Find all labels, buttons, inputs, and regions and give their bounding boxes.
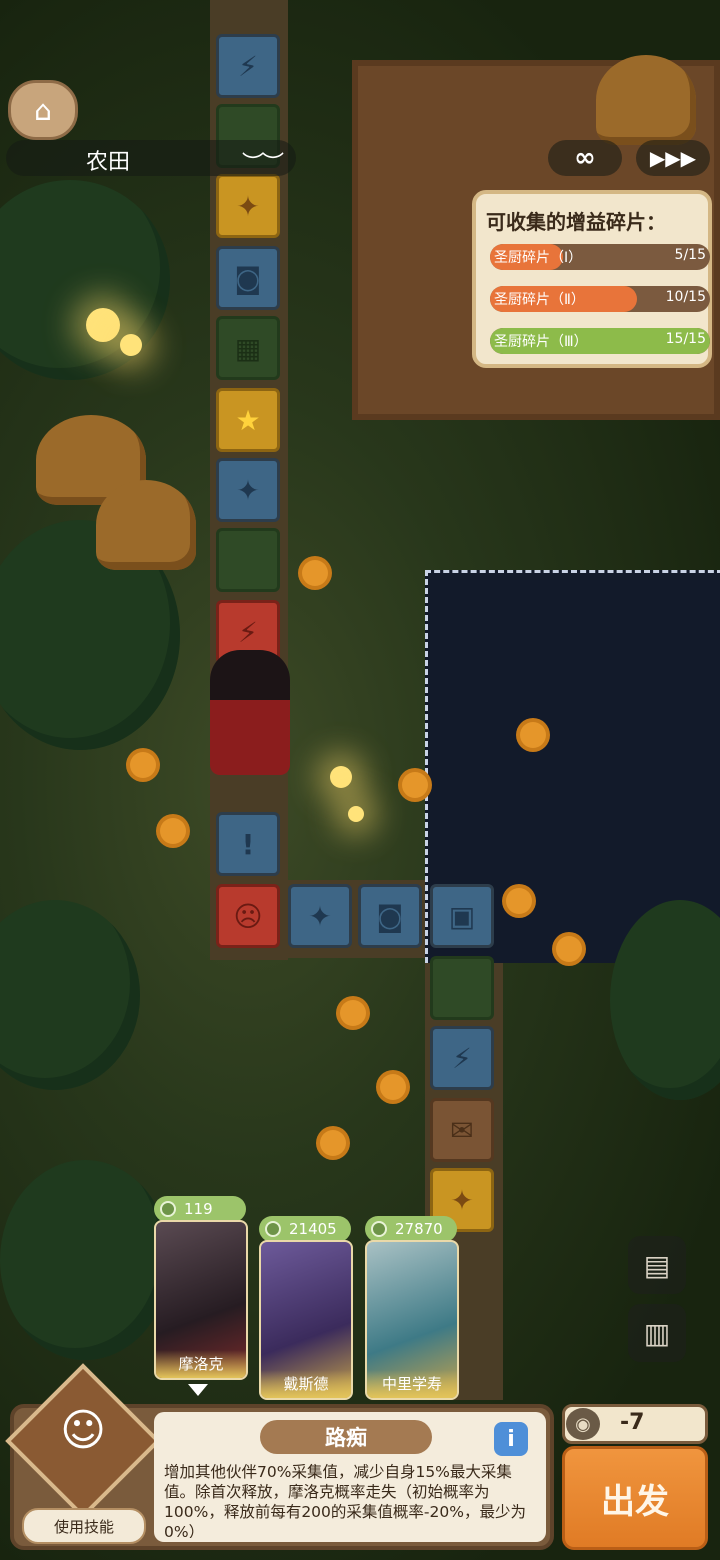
gather-value-icon: ◉ — [566, 1408, 600, 1440]
party-card-name: 摩洛克 — [156, 1350, 246, 1378]
sunflower — [130, 752, 156, 778]
location-name: 农田 — [86, 150, 131, 175]
sunflower — [520, 722, 546, 748]
haystack — [96, 480, 196, 570]
board-tile-empty — [430, 956, 494, 1020]
board-tile-star: ★ — [216, 388, 280, 452]
sunflower — [320, 1130, 346, 1156]
eye-closed-icon[interactable]: ︶︶ — [242, 146, 284, 178]
board-tile-empty — [216, 528, 280, 592]
fragment-progress-3: 圣厨碎片（Ⅲ） 15/15 — [490, 328, 710, 354]
board-tile-exclamation: ! — [216, 812, 280, 876]
fragment-label: 圣厨碎片（Ⅰ） — [494, 250, 583, 266]
fast-forward-icon: ▶▶▶ — [649, 146, 697, 170]
board-tile-gamepad: ◙ — [216, 246, 280, 310]
party-card-nakasato[interactable]: 中里学寿 — [365, 1240, 459, 1400]
speed-button[interactable]: ▶▶▶ — [636, 140, 710, 176]
buff-fragment-panel: 可收集的增益碎片： 圣厨碎片（Ⅰ） 5/15 圣厨碎片（Ⅱ） 10/15 圣厨碎… — [472, 190, 712, 368]
sunflower — [506, 888, 532, 914]
sunflower — [380, 1074, 406, 1100]
infinity-icon: ∞ — [574, 143, 596, 173]
tree — [0, 900, 140, 1090]
board-tile-sad-face: ☹ — [216, 884, 280, 948]
party-card-name: 中里学寿 — [367, 1370, 457, 1398]
fragment-count: 10/15 — [665, 289, 706, 305]
board-tile-book: ▦ — [216, 316, 280, 380]
lost-person-icon: ☺ — [60, 1405, 106, 1456]
loop-button[interactable]: ∞ — [548, 140, 622, 176]
party-value: 119 — [154, 1196, 246, 1222]
gallery-button[interactable]: ▤ — [628, 1236, 686, 1294]
lantern-glow — [120, 334, 142, 356]
board-tile-lightning: ⚡ — [216, 34, 280, 98]
board-tile-carrot: ✦ — [288, 884, 352, 948]
gallery-icon: ▤ — [643, 1248, 671, 1282]
tree — [0, 1160, 170, 1360]
fragment-count: 5/15 — [674, 247, 706, 263]
board-tile-carrot: ✦ — [216, 174, 280, 238]
cost-value: -7 — [620, 1410, 645, 1435]
tree — [0, 180, 170, 380]
fragment-progress-2: 圣厨碎片（Ⅱ） 10/15 — [490, 286, 710, 312]
backpack-button[interactable]: ▥ — [628, 1304, 686, 1362]
party-value: 21405 — [259, 1216, 351, 1242]
backpack-icon: ▥ — [643, 1316, 671, 1350]
info-icon[interactable]: i — [494, 1422, 528, 1456]
skill-description: 增加其他伙伴70%采集值，减少自身15%最大采集值。除首次释放，摩洛克概率走失（… — [164, 1463, 526, 1538]
lantern-glow — [348, 806, 364, 822]
depart-button[interactable]: 出发 — [562, 1446, 708, 1550]
panel-title: 可收集的增益碎片： — [486, 210, 666, 234]
sunflower — [302, 560, 328, 586]
board-tile-carrot: ✦ — [216, 458, 280, 522]
board-tile-gift: ▣ — [430, 884, 494, 948]
sunflower — [340, 1000, 366, 1026]
party-card-name: 戴斯德 — [261, 1370, 351, 1398]
board-tile-lightning: ⚡ — [430, 1026, 494, 1090]
player-character-moloch — [210, 650, 290, 775]
board-tile-chat: ✉ — [430, 1098, 494, 1162]
sunflower — [160, 818, 186, 844]
fragment-label: 圣厨碎片（Ⅱ） — [494, 292, 585, 308]
sunflower — [402, 772, 428, 798]
party-card-moloch[interactable]: 摩洛克 — [154, 1220, 248, 1380]
home-button[interactable]: ⌂ — [8, 80, 78, 140]
lantern-glow — [86, 308, 120, 342]
skill-title: 路痴 — [260, 1420, 432, 1454]
use-skill-button[interactable]: 使用技能 — [22, 1508, 146, 1544]
home-icon: ⌂ — [34, 93, 52, 127]
fragment-progress-1: 圣厨碎片（Ⅰ） 5/15 — [490, 244, 710, 270]
sunflower — [556, 936, 582, 962]
party-card-daisde[interactable]: 戴斯德 — [259, 1240, 353, 1400]
selected-indicator-icon — [188, 1384, 208, 1396]
fragment-count: 15/15 — [665, 331, 706, 347]
lantern-glow — [330, 766, 352, 788]
fragment-label: 圣厨碎片（Ⅲ） — [494, 334, 588, 350]
haystack — [596, 55, 696, 145]
party-value: 27870 — [365, 1216, 457, 1242]
board-tile-gamepad: ◙ — [358, 884, 422, 948]
